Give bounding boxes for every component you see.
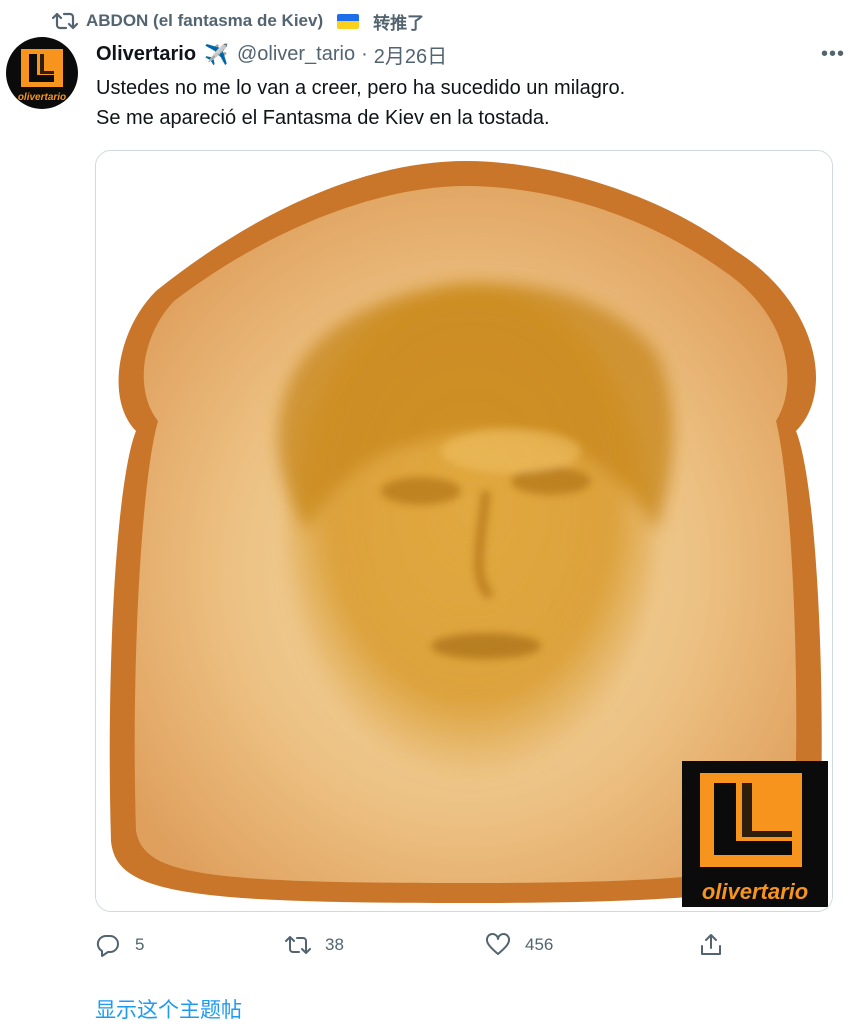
heart-icon xyxy=(486,933,510,955)
retweet-icon xyxy=(52,12,78,30)
avatar[interactable]: olivertario xyxy=(6,37,78,109)
ukraine-flag-icon xyxy=(337,13,360,29)
retweet-indicator[interactable]: ABDON (el fantasma de Kiev) 转推了 xyxy=(52,8,424,34)
tweet-date[interactable]: 2月26日 xyxy=(374,40,447,69)
like-count: 456 xyxy=(525,935,554,954)
reply-count: 5 xyxy=(135,935,145,954)
watermark-text: olivertario xyxy=(702,879,808,904)
reply-icon xyxy=(96,934,119,957)
retweet-button[interactable]: 38 xyxy=(285,925,344,965)
tweet-header: Olivertario ✈️ @oliver_tario · 2月26日 xyxy=(96,38,447,70)
like-button[interactable]: 456 xyxy=(485,925,553,965)
avatar-logo-text: olivertario xyxy=(17,92,67,103)
author-handle[interactable]: @oliver_tario xyxy=(237,43,355,66)
retweet-count: 38 xyxy=(325,935,344,954)
tweet-text-line: Se me apareció el Fantasma de Kiev en la… xyxy=(96,107,550,129)
share-button[interactable] xyxy=(698,925,724,965)
author-name[interactable]: Olivertario xyxy=(96,43,196,66)
retweeter-name[interactable]: ABDON (el fantasma de Kiev) xyxy=(86,11,323,31)
tweet-text: Ustedes no me lo van a creer, pero ha su… xyxy=(96,73,816,133)
olivertario-logo-icon xyxy=(21,49,63,87)
more-options-icon[interactable]: ••• xyxy=(818,40,848,68)
separator-dot: · xyxy=(361,42,368,65)
tweet-text-line: Ustedes no me lo van a creer, pero ha su… xyxy=(96,77,626,99)
reply-button[interactable]: 5 xyxy=(95,925,144,965)
share-icon xyxy=(701,934,721,955)
retweet-icon xyxy=(285,936,311,954)
show-thread-link[interactable]: 显示这个主题帖 xyxy=(95,994,242,1024)
olivertario-watermark: olivertario xyxy=(682,761,828,907)
tweet-media-image[interactable]: olivertario xyxy=(95,150,833,912)
tweet-actions: 5 38 456 xyxy=(95,925,831,965)
airplane-icon: ✈️ xyxy=(204,43,229,66)
retweet-action-text: 转推了 xyxy=(373,13,425,33)
